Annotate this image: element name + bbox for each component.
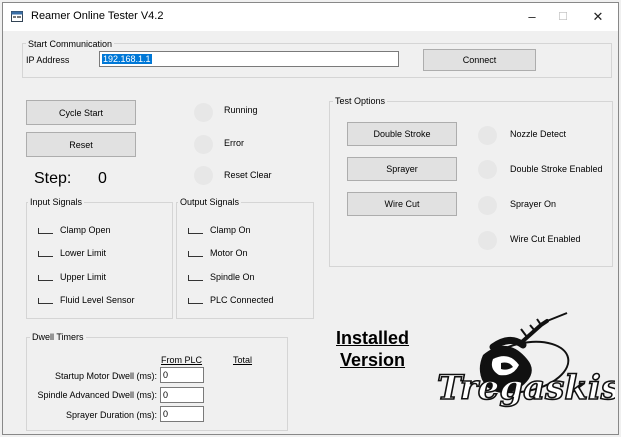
app-window: Reamer Online Tester V4.2 – ☐ ✕ Start Co…	[2, 2, 619, 435]
wire-cut-button[interactable]: Wire Cut	[347, 192, 457, 216]
from-plc-header: From PLC	[161, 355, 203, 365]
double-stroke-enabled-indicator	[478, 160, 497, 179]
test-options-label: Test Options	[333, 96, 388, 106]
lower-limit-label: Lower Limit	[60, 248, 107, 258]
clamp-open-signal	[38, 228, 53, 234]
error-label: Error	[224, 138, 244, 148]
sprayer-duration-input[interactable]: 0	[160, 406, 204, 422]
step-value: 0	[98, 170, 107, 187]
fluid-level-label: Fluid Level Sensor	[60, 295, 135, 305]
reset-clear-label: Reset Clear	[224, 170, 272, 180]
sprayer-button[interactable]: Sprayer	[347, 157, 457, 181]
logo-text: Tregaskiss	[437, 368, 615, 408]
total-header: Total	[233, 355, 253, 365]
startup-motor-dwell-label: Startup Motor Dwell (ms):	[54, 371, 157, 381]
sprayer-on-label: Sprayer On	[510, 199, 557, 209]
reset-clear-indicator	[194, 166, 213, 185]
app-icon	[11, 11, 23, 22]
step-label: Step:	[34, 170, 72, 187]
maximize-button[interactable]: ☐	[553, 7, 573, 27]
ip-address-label: IP Address	[26, 55, 70, 65]
output-signals-group: Output Signals Clamp On Motor On Spindle…	[176, 197, 314, 319]
error-indicator	[194, 135, 213, 154]
cycle-start-button[interactable]: Cycle Start	[26, 100, 136, 125]
start-communication-label: Start Communication	[26, 39, 115, 49]
close-button[interactable]: ✕	[588, 7, 608, 27]
connect-button[interactable]: Connect	[423, 49, 536, 71]
ip-address-input[interactable]: 192.168.1.1	[99, 51, 399, 67]
sprayer-on-indicator	[478, 196, 497, 215]
nozzle-detect-indicator	[478, 126, 497, 145]
clamp-open-label: Clamp Open	[60, 225, 111, 235]
ip-address-value: 192.168.1.1	[102, 54, 152, 64]
plc-connected-label: PLC Connected	[210, 295, 274, 305]
input-signals-group: Input Signals Clamp Open Lower Limit Upp…	[26, 197, 173, 319]
wire-cut-enabled-indicator	[478, 231, 497, 250]
installed-label: Installed	[336, 328, 410, 348]
clamp-on-label: Clamp On	[210, 225, 251, 235]
output-signals-label: Output Signals	[178, 197, 242, 207]
motor-on-signal	[188, 251, 203, 257]
minimize-button[interactable]: –	[522, 7, 542, 27]
nozzle-detect-label: Nozzle Detect	[510, 129, 567, 139]
dwell-timers-group: Dwell Timers From PLC Total Startup Moto…	[26, 332, 288, 431]
reset-button[interactable]: Reset	[26, 132, 136, 157]
lower-limit-signal	[38, 251, 53, 257]
spindle-on-signal	[188, 275, 203, 281]
test-options-group: Test Options Double Stroke Sprayer Wire …	[329, 96, 613, 267]
spindle-advanced-dwell-label: Spindle Advanced Dwell (ms):	[37, 390, 157, 400]
dwell-timers-label: Dwell Timers	[30, 332, 86, 342]
window-title: Reamer Online Tester V4.2	[31, 10, 164, 22]
fluid-level-signal	[38, 298, 53, 304]
double-stroke-button[interactable]: Double Stroke	[347, 122, 457, 146]
running-indicator	[194, 103, 213, 122]
running-label: Running	[224, 105, 258, 115]
tregaskiss-logo: Tregaskiss	[436, 312, 615, 409]
plc-connected-signal	[188, 298, 203, 304]
motor-on-label: Motor On	[210, 248, 248, 258]
upper-limit-signal	[38, 275, 53, 281]
start-communication-group: Start Communication IP Address 192.168.1…	[22, 39, 612, 78]
sprayer-duration-label: Sprayer Duration (ms):	[65, 410, 157, 420]
clamp-on-signal	[188, 228, 203, 234]
version-label: Version	[340, 350, 406, 370]
spindle-on-label: Spindle On	[210, 272, 255, 282]
wire-cut-enabled-label: Wire Cut Enabled	[510, 234, 581, 244]
double-stroke-enabled-label: Double Stroke Enabled	[510, 164, 603, 174]
title-bar: Reamer Online Tester V4.2 – ☐ ✕	[3, 3, 618, 31]
spindle-advanced-dwell-input[interactable]: 0	[160, 387, 204, 403]
startup-motor-dwell-input[interactable]: 0	[160, 367, 204, 383]
input-signals-label: Input Signals	[28, 197, 85, 207]
upper-limit-label: Upper Limit	[60, 272, 107, 282]
